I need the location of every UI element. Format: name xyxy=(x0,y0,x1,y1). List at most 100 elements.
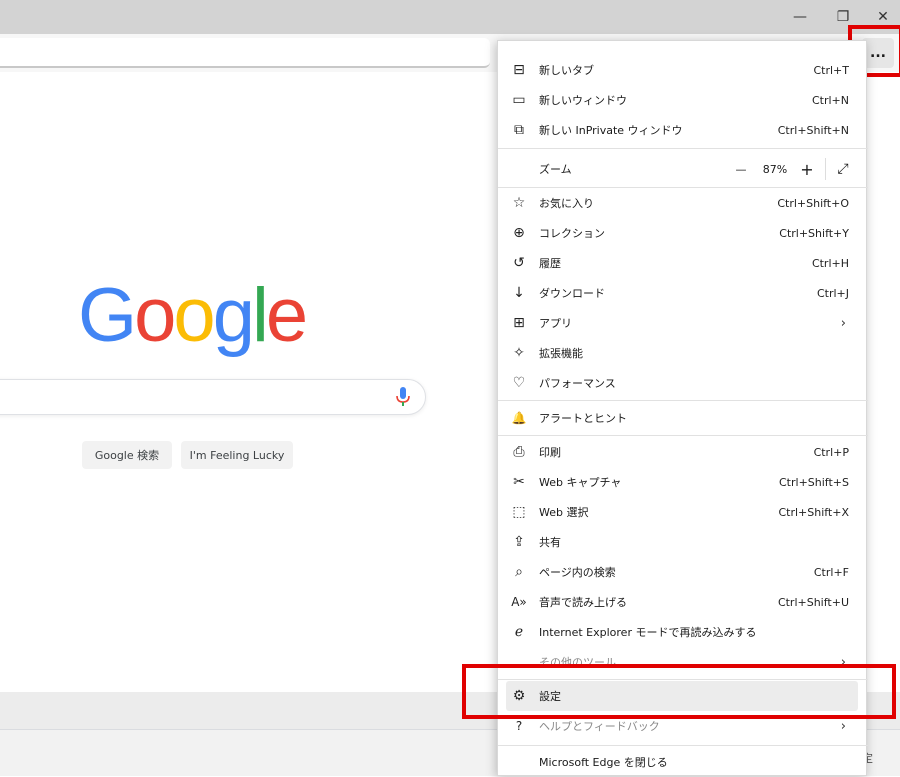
zoom-controls: — 87% + ⤢ xyxy=(727,158,854,180)
restore-button[interactable]: ❐ xyxy=(828,5,858,29)
menu-item-label: Microsoft Edge を閉じる xyxy=(539,756,668,769)
web-capture-icon: ✂ xyxy=(513,474,525,490)
menu-item-label: アプリ xyxy=(539,317,572,330)
menu-item-close-edge[interactable]: Microsoft Edge を閉じる xyxy=(498,747,868,777)
history-icon: ↺ xyxy=(513,255,525,271)
menu-item-label: パフォーマンス xyxy=(539,377,616,390)
address-bar[interactable] xyxy=(0,38,490,68)
read-aloud-icon: A» xyxy=(511,595,527,609)
bell-icon: 🔔 xyxy=(511,411,527,425)
menu-item-history[interactable]: ↺ 履歴 Ctrl+H xyxy=(498,248,868,278)
menu-item-apps[interactable]: ⊞ アプリ › xyxy=(498,308,868,338)
menu-item-print[interactable]: ⎙ 印刷 Ctrl+P xyxy=(498,437,868,467)
menu-item-web-select[interactable]: ⬚ Web 選択 Ctrl+Shift+X xyxy=(498,497,868,527)
logo-letter: g xyxy=(212,273,255,358)
chevron-right-icon: › xyxy=(840,718,846,734)
menu-item-read-aloud[interactable]: A» 音声で読み上げる Ctrl+Shift+U xyxy=(498,587,868,617)
web-select-icon: ⬚ xyxy=(512,504,526,520)
menu-item-favorites[interactable]: ☆ お気に入り Ctrl+Shift+O xyxy=(498,188,868,218)
chevron-right-icon: › xyxy=(840,315,846,331)
zoom-divider xyxy=(825,158,826,180)
menu-item-web-capture[interactable]: ✂ Web キャプチャ Ctrl+Shift+S xyxy=(498,467,868,497)
menu-item-ie-mode[interactable]: ℯ Internet Explorer モードで再読み込みする xyxy=(498,617,868,647)
menu-item-label: コレクション xyxy=(539,227,605,240)
menu-separator xyxy=(498,745,868,746)
logo-letter: o xyxy=(134,273,176,358)
extensions-icon: ✧ xyxy=(513,345,525,361)
menu-item-label: お気に入り xyxy=(539,197,594,210)
microphone-icon[interactable] xyxy=(395,386,411,408)
menu-item-shortcut: Ctrl+Shift+O xyxy=(777,196,849,210)
menu-separator xyxy=(498,400,868,401)
menu-item-shortcut: Ctrl+Shift+S xyxy=(779,475,849,489)
close-button[interactable]: ✕ xyxy=(868,5,898,29)
menu-separator xyxy=(498,148,868,149)
menu-item-collections[interactable]: ⊕ コレクション Ctrl+Shift+Y xyxy=(498,218,868,248)
menu-item-label: ページ内の検索 xyxy=(539,566,616,579)
google-search-input[interactable] xyxy=(0,379,426,415)
zoom-value: 87% xyxy=(762,162,788,176)
menu-item-shortcut: Ctrl+Shift+X xyxy=(778,505,849,519)
menu-item-shortcut: Ctrl+Shift+U xyxy=(777,595,849,609)
menu-item-label: アラートとヒント xyxy=(539,412,627,425)
menu-separator xyxy=(498,435,868,436)
menu-item-more-tools[interactable]: その他のツール › xyxy=(498,647,868,677)
help-icon: ? xyxy=(515,719,523,733)
gear-icon: ⚙ xyxy=(512,688,526,704)
menu-item-new-inprivate[interactable]: ⧉ 新しい InPrivate ウィンドウ Ctrl+Shift+N xyxy=(498,115,868,145)
google-logo: Google xyxy=(78,272,308,359)
menu-item-label: その他のツール xyxy=(539,656,616,669)
collections-icon: ⊕ xyxy=(513,225,525,241)
minimize-button[interactable]: — xyxy=(785,5,815,29)
menu-item-help[interactable]: ? ヘルプとフィードバック › xyxy=(498,711,868,741)
apps-icon: ⊞ xyxy=(513,315,525,331)
menu-item-shortcut: Ctrl+Shift+Y xyxy=(779,226,849,240)
logo-letter: o xyxy=(173,273,215,358)
inprivate-icon: ⧉ xyxy=(514,122,524,138)
zoom-in-button[interactable]: + xyxy=(795,160,819,179)
favorites-star-icon: ☆ xyxy=(512,195,526,211)
menu-separator xyxy=(498,679,868,680)
new-window-icon: ▭ xyxy=(512,92,526,108)
logo-letter: l xyxy=(251,273,269,358)
menu-item-label: ダウンロード xyxy=(539,287,605,300)
zoom-out-button[interactable]: — xyxy=(727,163,755,176)
menu-item-settings[interactable]: ⚙ 設定 xyxy=(506,681,858,711)
chevron-right-icon: › xyxy=(840,654,846,670)
menu-item-shortcut: Ctrl+F xyxy=(813,565,849,579)
menu-item-label: 新しいタブ xyxy=(539,64,594,77)
menu-item-shortcut: Ctrl+H xyxy=(811,256,849,270)
menu-item-new-window[interactable]: ▭ 新しいウィンドウ Ctrl+N xyxy=(498,85,868,115)
logo-letter: e xyxy=(265,273,308,358)
feeling-lucky-button[interactable]: I'm Feeling Lucky xyxy=(181,441,293,469)
menu-item-label: 履歴 xyxy=(539,257,561,270)
fullscreen-icon[interactable]: ⤢ xyxy=(832,161,854,177)
menu-item-performance[interactable]: ♡ パフォーマンス xyxy=(498,368,868,398)
menu-item-label: Web キャプチャ xyxy=(539,476,622,489)
print-icon: ⎙ xyxy=(513,444,525,460)
menu-item-find[interactable]: ⌕ ページ内の検索 Ctrl+F xyxy=(498,557,868,587)
menu-item-extensions[interactable]: ✧ 拡張機能 xyxy=(498,338,868,368)
menu-item-label: 新しいウィンドウ xyxy=(539,94,627,107)
menu-item-shortcut: Ctrl+P xyxy=(813,445,849,459)
menu-item-new-tab[interactable]: ⊟ 新しいタブ Ctrl+T xyxy=(498,55,868,85)
menu-item-label: Internet Explorer モードで再読み込みする xyxy=(539,626,757,639)
menu-item-share[interactable]: ⇪ 共有 xyxy=(498,527,868,557)
title-bar xyxy=(0,0,900,34)
menu-item-label: ヘルプとフィードバック xyxy=(539,720,660,733)
share-icon: ⇪ xyxy=(513,534,525,550)
menu-item-shortcut: Ctrl+Shift+N xyxy=(777,123,849,137)
new-tab-icon: ⊟ xyxy=(513,62,525,78)
internet-explorer-icon: ℯ xyxy=(514,624,524,640)
menu-item-downloads[interactable]: ↓ ダウンロード Ctrl+J xyxy=(498,278,868,308)
menu-item-label: Web 選択 xyxy=(539,506,589,519)
menu-item-shortcut: Ctrl+T xyxy=(813,63,849,77)
settings-and-more-menu: ⊟ 新しいタブ Ctrl+T ▭ 新しいウィンドウ Ctrl+N ⧉ 新しい I… xyxy=(497,40,868,777)
menu-item-label: 共有 xyxy=(539,536,561,549)
menu-item-alerts[interactable]: 🔔 アラートとヒント xyxy=(498,403,868,433)
google-search-button[interactable]: Google 検索 xyxy=(82,441,172,469)
menu-item-label: 新しい InPrivate ウィンドウ xyxy=(539,124,683,137)
zoom-label: ズーム xyxy=(539,163,572,176)
menu-item-label: 印刷 xyxy=(539,446,561,459)
menu-item-shortcut: Ctrl+N xyxy=(811,93,849,107)
